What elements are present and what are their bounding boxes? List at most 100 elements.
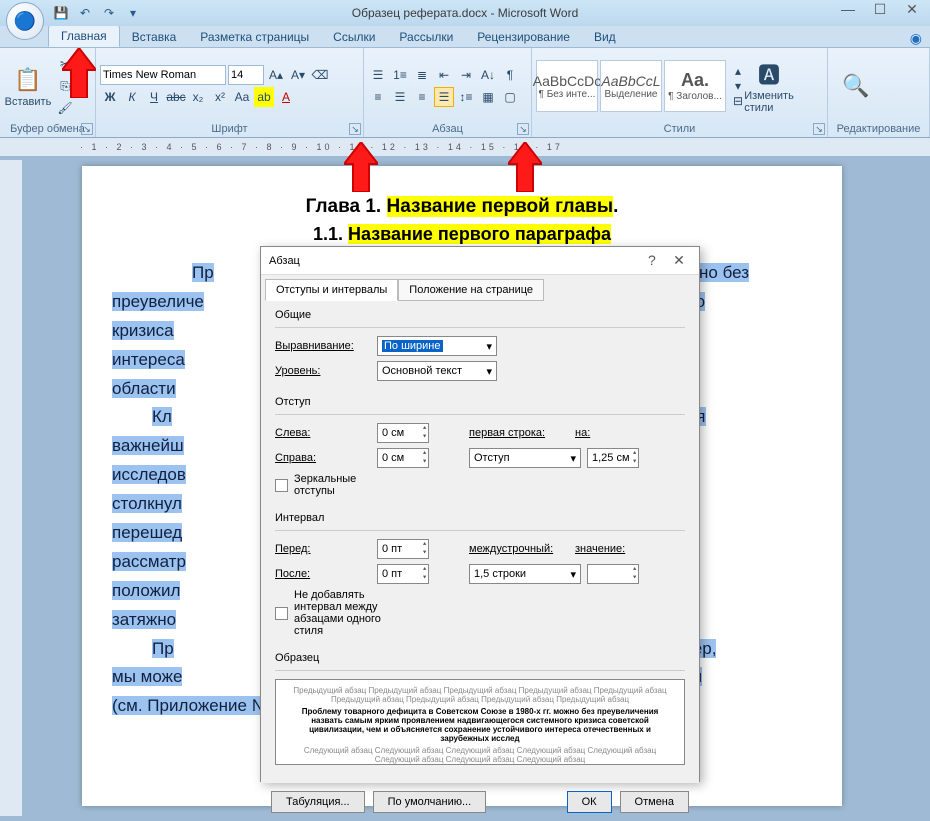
shading-icon[interactable]: ▦ (478, 87, 498, 107)
format-painter-icon[interactable]: 🖌 (55, 98, 75, 118)
tab-view[interactable]: Вид (582, 27, 628, 47)
tab-page-layout[interactable]: Разметка страницы (188, 27, 321, 47)
subscript-icon[interactable]: x₂ (188, 87, 208, 107)
ribbon-tabs: Главная Вставка Разметка страницы Ссылки… (0, 26, 930, 48)
level-label: Уровень: (275, 365, 371, 377)
superscript-icon[interactable]: x² (210, 87, 230, 107)
alignment-label: Выравнивание: (275, 340, 371, 352)
dialog-tabs: Отступы и интервалы Положение на страниц… (261, 275, 699, 301)
minimize-button[interactable]: — (834, 0, 862, 18)
dont-add-label: Не добавлять интервал между абзацами одн… (294, 589, 390, 637)
line-spacing-select[interactable]: 1,5 строки▾ (469, 564, 581, 584)
fieldset-preview: Образец Предыдущий абзац Предыдущий абза… (275, 652, 685, 765)
help-icon[interactable]: ◉ (910, 30, 922, 47)
close-button[interactable]: ✕ (898, 0, 926, 18)
default-button[interactable]: По умолчанию... (373, 791, 487, 813)
decrease-indent-icon[interactable]: ⇤ (434, 65, 454, 85)
preview-box: Предыдущий абзац Предыдущий абзац Предыд… (275, 679, 685, 765)
tab-indents-spacing[interactable]: Отступы и интервалы (265, 279, 398, 301)
level-select[interactable]: Основной текст▾ (377, 361, 497, 381)
find-icon: 🔍 (840, 70, 872, 102)
style-heading[interactable]: Aa. ¶ Заголов... (664, 60, 726, 112)
change-styles-button[interactable]: 🅰 Изменить стили (745, 58, 793, 114)
paste-button[interactable]: 📋 Вставить (4, 64, 52, 108)
align-left-icon[interactable]: ≡ (368, 87, 388, 107)
style-emphasis[interactable]: AaBbCcL Выделение (600, 60, 662, 112)
by-spin[interactable]: 1,25 см (587, 448, 639, 468)
font-name-select[interactable] (100, 65, 226, 85)
align-center-icon[interactable]: ☰ (390, 87, 410, 107)
show-marks-icon[interactable]: ¶ (500, 65, 520, 85)
dont-add-checkbox[interactable] (275, 607, 288, 620)
group-font: A▴ A▾ ⌫ Ж К Ч abc x₂ x² Aa ab A Шрифт ↘ (96, 48, 364, 137)
group-label-clipboard: Буфер обмена (4, 121, 91, 137)
bullets-icon[interactable]: ☰ (368, 65, 388, 85)
change-case-icon[interactable]: Aa (232, 87, 252, 107)
bold-icon[interactable]: Ж (100, 87, 120, 107)
save-icon[interactable]: 💾 (52, 4, 70, 22)
before-spin[interactable]: 0 пт (377, 539, 429, 559)
paste-icon: 📋 (12, 64, 44, 96)
font-color-icon[interactable]: A (276, 87, 296, 107)
align-justify-icon[interactable]: ☰ (434, 87, 454, 107)
at-spin[interactable] (587, 564, 639, 584)
highlight-icon[interactable]: ab (254, 87, 274, 107)
mirror-checkbox[interactable] (275, 479, 288, 492)
maximize-button[interactable]: ☐ (866, 0, 894, 18)
tabs-button[interactable]: Табуляция... (271, 791, 365, 813)
tab-review[interactable]: Рецензирование (465, 27, 582, 47)
ribbon: 📋 Вставить ✂ ⎘ 🖌 Буфер обмена ↘ A▴ A▾ ⌫ (0, 48, 930, 138)
tab-home[interactable]: Главная (48, 25, 120, 47)
quick-access-toolbar: 💾 ↶ ↷ ▾ (52, 4, 142, 22)
dialog-help-icon[interactable]: ? (640, 252, 664, 268)
group-editing: 🔍 Редактирование (828, 48, 930, 137)
indent-right-spin[interactable]: 0 см (377, 448, 429, 468)
increase-indent-icon[interactable]: ⇥ (456, 65, 476, 85)
office-button[interactable]: 🔵 (6, 2, 44, 40)
mirror-label: Зеркальные отступы (294, 473, 390, 497)
font-size-select[interactable] (228, 65, 264, 85)
after-spin[interactable]: 0 пт (377, 564, 429, 584)
indent-left-label: Слева: (275, 427, 371, 439)
indent-right-label: Справа: (275, 452, 371, 464)
styles-dialog-launcher[interactable]: ↘ (813, 123, 825, 135)
first-line-label: первая строка: (469, 427, 569, 439)
tab-line-breaks[interactable]: Положение на странице (398, 279, 544, 301)
line-spacing-icon[interactable]: ↕≡ (456, 87, 476, 107)
cancel-button[interactable]: Отмена (620, 791, 689, 813)
dialog-close-icon[interactable]: ✕ (667, 252, 691, 269)
paragraph-dialog-launcher[interactable]: ↘ (517, 123, 529, 135)
numbering-icon[interactable]: 1≡ (390, 65, 410, 85)
first-line-select[interactable]: Отступ▾ (469, 448, 581, 468)
tab-insert[interactable]: Вставка (120, 27, 189, 47)
redo-icon[interactable]: ↷ (100, 4, 118, 22)
tab-references[interactable]: Ссылки (321, 27, 387, 47)
indent-left-spin[interactable]: 0 см (377, 423, 429, 443)
alignment-select[interactable]: По ширине▾ (377, 336, 497, 356)
shrink-font-icon[interactable]: A▾ (288, 65, 308, 85)
borders-icon[interactable]: ▢ (500, 87, 520, 107)
fieldset-spacing: Интервал Перед: 0 пт междустрочный: знач… (275, 512, 685, 642)
font-dialog-launcher[interactable]: ↘ (349, 123, 361, 135)
group-styles: AaBbCcDc ¶ Без инте... AaBbCcL Выделение… (532, 48, 828, 137)
clear-format-icon[interactable]: ⌫ (310, 65, 330, 85)
qat-dropdown-icon[interactable]: ▾ (124, 4, 142, 22)
align-right-icon[interactable]: ≡ (412, 87, 432, 107)
fieldset-general: Общие Выравнивание: По ширине▾ Уровень: … (275, 309, 685, 386)
ok-button[interactable]: ОК (567, 791, 612, 813)
clipboard-dialog-launcher[interactable]: ↘ (81, 123, 93, 135)
strike-icon[interactable]: abc (166, 87, 186, 107)
grow-font-icon[interactable]: A▴ (266, 65, 286, 85)
underline-icon[interactable]: Ч (144, 87, 164, 107)
italic-icon[interactable]: К (122, 87, 142, 107)
style-no-spacing[interactable]: AaBbCcDc ¶ Без инте... (536, 60, 598, 112)
tab-mailings[interactable]: Рассылки (387, 27, 465, 47)
dialog-titlebar[interactable]: Абзац ? ✕ (261, 247, 699, 275)
vertical-ruler[interactable] (0, 160, 22, 816)
undo-icon[interactable]: ↶ (76, 4, 94, 22)
multilevel-icon[interactable]: ≣ (412, 65, 432, 85)
horizontal-ruler[interactable]: · 1 · 2 · 3 · 4 · 5 · 6 · 7 · 8 · 9 · 10… (0, 138, 930, 156)
sort-icon[interactable]: A↓ (478, 65, 498, 85)
find-button[interactable]: 🔍 (832, 70, 880, 102)
group-label-font: Шрифт (100, 121, 359, 137)
